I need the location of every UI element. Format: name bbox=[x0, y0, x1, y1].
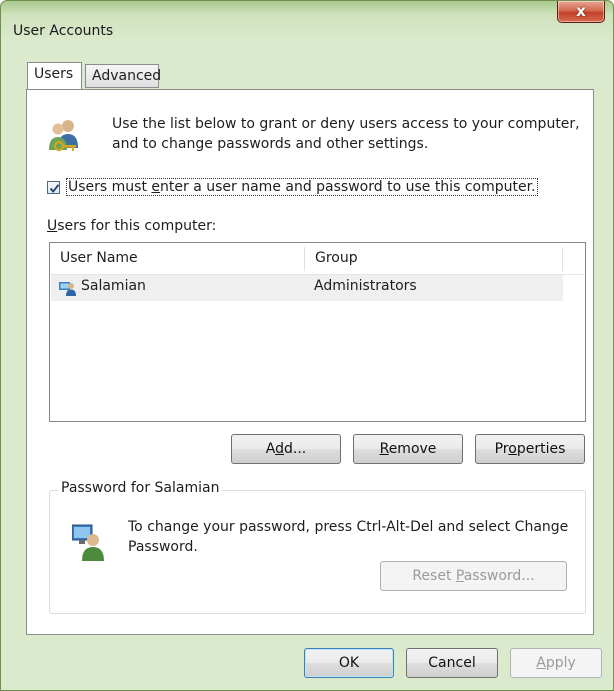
tab-advanced[interactable]: Advanced bbox=[85, 64, 161, 88]
list-header: User Name Group bbox=[50, 243, 585, 275]
window-title: User Accounts bbox=[13, 23, 114, 39]
row-user-name: Salamian bbox=[81, 278, 146, 294]
users-keys-icon bbox=[49, 120, 78, 152]
column-user-name[interactable]: User Name bbox=[50, 243, 304, 274]
checkmark-icon bbox=[49, 184, 60, 193]
admin-user-icon bbox=[59, 282, 76, 296]
table-row[interactable]: Salamian Administrators bbox=[51, 275, 563, 301]
users-tab-panel: Use the list below to grant or deny user… bbox=[26, 89, 594, 635]
column-group[interactable]: Group bbox=[305, 243, 562, 274]
close-icon: x bbox=[576, 2, 586, 20]
intro-text: Use the list below to grant or deny user… bbox=[112, 116, 580, 152]
close-button[interactable]: x bbox=[557, 1, 605, 23]
password-instructions: To change your password, press Ctrl-Alt-… bbox=[128, 519, 569, 555]
reset-password-button[interactable]: Reset Password... bbox=[380, 561, 567, 591]
user-accounts-window: User Accounts x Users Advanced Use the l… bbox=[0, 0, 614, 691]
title-bar[interactable]: User Accounts x bbox=[1, 1, 613, 39]
row-group: Administrators bbox=[314, 278, 417, 294]
column-divider[interactable] bbox=[562, 247, 563, 271]
add-button[interactable]: Add... bbox=[231, 434, 341, 464]
tab-users[interactable]: Users bbox=[27, 62, 82, 89]
remove-button[interactable]: Remove bbox=[353, 434, 463, 464]
require-login-checkbox[interactable] bbox=[47, 181, 60, 194]
password-group-title: Password for Salamian bbox=[58, 480, 223, 496]
user-monitor-icon bbox=[72, 524, 104, 561]
password-group: Password for Salamian To change your pas… bbox=[49, 480, 586, 614]
properties-button[interactable]: Properties bbox=[475, 434, 585, 464]
users-for-computer-label: Users for this computer: bbox=[47, 218, 217, 234]
apply-button[interactable]: Apply bbox=[510, 648, 602, 678]
ok-button[interactable]: OK bbox=[304, 648, 394, 678]
users-list[interactable]: User Name Group Salamian Administrators bbox=[49, 242, 586, 422]
dialog-button-bar: OK Cancel Apply bbox=[1, 639, 613, 691]
cancel-button[interactable]: Cancel bbox=[406, 648, 498, 678]
require-login-label[interactable]: Users must enter a user name and passwor… bbox=[66, 178, 538, 196]
